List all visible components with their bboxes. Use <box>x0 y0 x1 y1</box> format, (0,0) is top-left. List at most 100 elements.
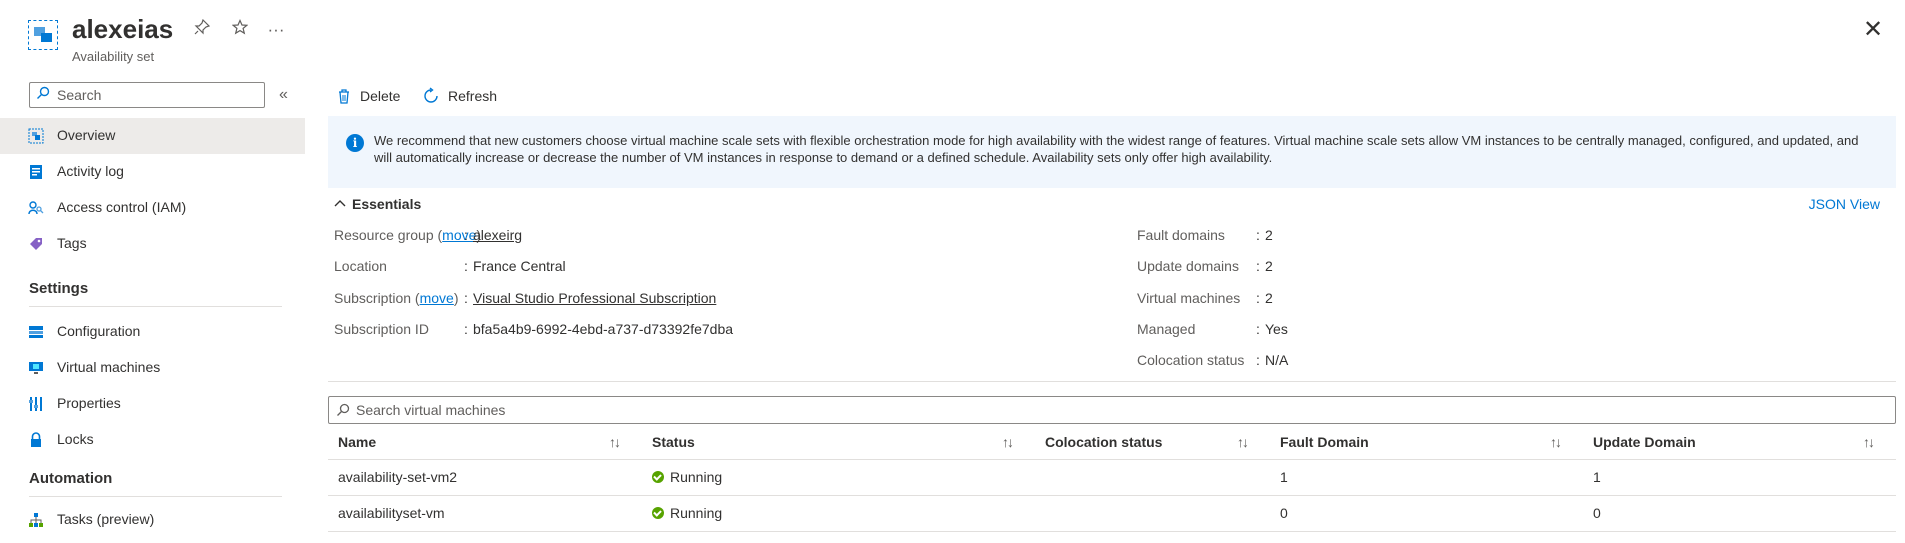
update-domains-value: 2 <box>1265 258 1273 274</box>
sort-icon[interactable]: ↑↓ <box>1237 434 1249 450</box>
sidebar-item-iam[interactable]: Access control (IAM) <box>0 190 305 226</box>
column-header-name[interactable]: Name <box>338 434 376 450</box>
page-subtitle: Availability set <box>72 49 155 64</box>
sidebar-item-configuration[interactable]: Configuration <box>0 314 305 350</box>
sidebar-item-label: Properties <box>57 395 121 411</box>
automation-section-header: Automation <box>29 470 113 487</box>
fault-domains-value: 2 <box>1265 227 1273 243</box>
column-header-update-domain[interactable]: Update Domain <box>1593 434 1696 450</box>
pin-icon[interactable] <box>190 18 214 42</box>
info-icon: i <box>346 134 364 152</box>
table-row[interactable]: availabilityset-vm Running 0 0 <box>328 496 1896 532</box>
sidebar: Search « Overview Activity log Access co… <box>0 78 305 543</box>
fault-domains-row: Fault domains : 2 <box>1137 227 1273 243</box>
vm-name[interactable]: availability-set-vm2 <box>338 469 457 485</box>
essentials-toggle[interactable]: Essentials <box>334 196 421 212</box>
close-button[interactable]: ✕ <box>1859 16 1887 44</box>
overview-icon <box>28 128 44 144</box>
sort-icon[interactable]: ↑↓ <box>1863 434 1875 450</box>
delete-button[interactable]: Delete <box>336 84 400 108</box>
tag-icon <box>30 238 42 250</box>
sidebar-item-label: Activity log <box>57 163 124 179</box>
sidebar-item-properties[interactable]: Properties <box>0 386 305 422</box>
vm-search-input[interactable]: Search virtual machines <box>328 396 1896 424</box>
lock-icon <box>31 432 41 447</box>
subscription-id-value: bfa5a4b9-6992-4ebd-a737-d73392fe7dba <box>473 321 734 337</box>
virtual-machines-value: 2 <box>1265 290 1273 306</box>
section-divider <box>29 306 282 307</box>
collapse-sidebar-button[interactable]: « <box>279 86 288 104</box>
vm-update-domain: 1 <box>1593 469 1601 485</box>
sidebar-item-label: Locks <box>57 431 94 447</box>
subscription-id-label: Subscription ID <box>334 321 429 337</box>
page-title: alexeias <box>72 14 174 44</box>
refresh-label: Refresh <box>448 88 498 104</box>
settings-section-header: Settings <box>29 280 89 297</box>
column-header-fault-domain[interactable]: Fault Domain <box>1280 434 1369 450</box>
sidebar-item-label: Tags <box>57 235 87 251</box>
refresh-button[interactable]: Refresh <box>422 84 497 108</box>
tasks-icon <box>29 513 43 527</box>
table-row[interactable]: availability-set-vm2 Running 1 1 <box>328 460 1896 496</box>
more-options-button[interactable]: ··· <box>264 18 288 42</box>
resource-group-link[interactable]: alexeirg <box>473 227 522 243</box>
fault-domains-label: Fault domains <box>1137 227 1225 243</box>
vm-search-placeholder: Search virtual machines <box>356 402 506 418</box>
vm-update-domain: 0 <box>1593 505 1601 521</box>
managed-label: Managed <box>1137 321 1196 337</box>
subscription-row: Subscription (move) : Visual Studio Prof… <box>334 290 717 306</box>
page-header: alexeias Availability set ··· ✕ <box>0 0 1905 72</box>
sidebar-item-locks[interactable]: Locks <box>0 422 305 458</box>
subscription-move-link[interactable]: move <box>420 290 454 306</box>
colocation-status-label: Colocation status <box>1137 352 1245 368</box>
availability-set-icon <box>28 20 58 50</box>
info-banner: i We recommend that new customers choose… <box>328 116 1896 188</box>
sort-icon[interactable]: ↑↓ <box>1550 434 1562 450</box>
info-banner-text: We recommend that new customers choose v… <box>374 133 1859 165</box>
refresh-icon <box>424 87 438 103</box>
virtual-machine-icon <box>29 362 43 374</box>
vm-name[interactable]: availabilityset-vm <box>338 505 445 521</box>
chevron-up-icon <box>334 200 346 207</box>
vm-fault-domain: 1 <box>1280 469 1288 485</box>
resource-group-move-link[interactable]: move <box>442 227 476 243</box>
sidebar-item-overview[interactable]: Overview <box>0 118 305 154</box>
location-row: Location : France Central <box>334 258 566 274</box>
activity-log-icon <box>30 165 42 179</box>
essentials-label: Essentials <box>352 196 422 212</box>
colocation-status-row: Colocation status : N/A <box>1137 352 1289 368</box>
essentials-divider <box>328 381 1896 382</box>
sort-icon[interactable]: ↑↓ <box>609 434 621 450</box>
delete-label: Delete <box>360 88 401 104</box>
sidebar-item-virtual-machines[interactable]: Virtual machines <box>0 350 305 386</box>
sidebar-item-activity-log[interactable]: Activity log <box>0 154 305 190</box>
sidebar-item-label: Virtual machines <box>57 359 161 375</box>
json-view-link[interactable]: JSON View <box>1809 196 1880 212</box>
sidebar-item-tags[interactable]: Tags <box>0 226 305 262</box>
subscription-id-row: Subscription ID : bfa5a4b9-6992-4ebd-a73… <box>334 321 734 337</box>
properties-icon <box>29 397 42 411</box>
update-domains-row: Update domains : 2 <box>1137 258 1273 274</box>
sidebar-item-tasks[interactable]: Tasks (preview) <box>0 502 305 538</box>
sidebar-item-label: Tasks (preview) <box>57 511 155 527</box>
table-header-row: Name ↑↓ Status ↑↓ Colocation status ↑↓ F… <box>328 426 1896 460</box>
vm-fault-domain: 0 <box>1280 505 1288 521</box>
vm-status: Running <box>652 505 722 521</box>
sidebar-search-input[interactable]: Search <box>29 82 265 108</box>
trash-icon <box>339 89 349 104</box>
column-header-colocation-status[interactable]: Colocation status <box>1045 434 1162 450</box>
subscription-link[interactable]: Visual Studio Professional Subscription <box>473 290 716 306</box>
configuration-icon <box>29 326 43 338</box>
search-icon <box>37 86 50 99</box>
colocation-status-value: N/A <box>1265 352 1289 368</box>
location-value: France Central <box>473 258 566 274</box>
managed-value: Yes <box>1265 321 1288 337</box>
sort-icon[interactable]: ↑↓ <box>1002 434 1014 450</box>
star-icon[interactable] <box>228 18 252 42</box>
sidebar-item-label: Configuration <box>57 323 141 339</box>
section-divider <box>29 496 282 497</box>
subscription-label: Subscription (move) <box>334 290 459 306</box>
running-status-icon <box>652 471 664 483</box>
resource-group-label: Resource group (move) <box>334 227 482 243</box>
column-header-status[interactable]: Status <box>652 434 695 450</box>
